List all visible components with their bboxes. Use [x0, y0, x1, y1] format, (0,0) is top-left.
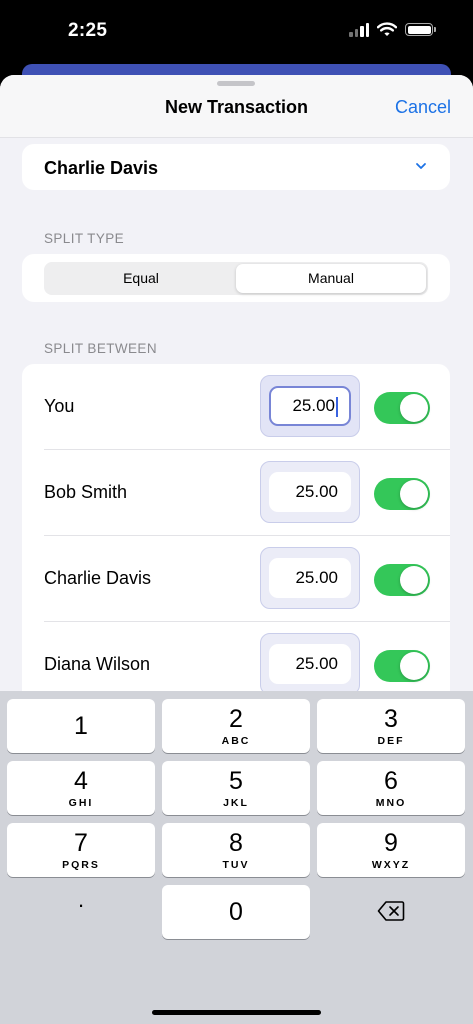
key-0[interactable]: 0	[162, 885, 310, 939]
payer-picker[interactable]: Charlie Davis	[22, 144, 450, 190]
amount-input[interactable]: 25.00	[269, 644, 351, 684]
key-letters: JKL	[223, 797, 249, 809]
key-letters: TUV	[222, 859, 250, 871]
status-bar: 2:25	[0, 0, 473, 66]
amount-input[interactable]: 25.00	[269, 472, 351, 512]
key-letters: DEF	[377, 735, 405, 747]
amount-input[interactable]: 25.00	[269, 386, 351, 426]
key-7[interactable]: 7 PQRS	[7, 823, 155, 877]
split-type-header: SPLIT TYPE	[44, 231, 125, 246]
key-digit: 5	[229, 767, 243, 795]
key-letters: MNO	[375, 797, 407, 809]
amount-field-container: 25.00	[260, 461, 360, 523]
key-digit: 6	[384, 767, 398, 795]
toggle-knob	[400, 652, 428, 680]
key-letters: ABC	[221, 735, 251, 747]
split-between-header: SPLIT BETWEEN	[44, 341, 157, 356]
key-5[interactable]: 5 JKL	[162, 761, 310, 815]
key-1[interactable]: 1	[7, 699, 155, 753]
cellular-signal-icon	[349, 22, 369, 37]
split-between-list: You 25.00 Bob Smith 25.00 Charlie Davis …	[22, 364, 450, 704]
include-toggle[interactable]	[374, 392, 430, 424]
key-digit: 8	[229, 829, 243, 857]
cancel-button[interactable]: Cancel	[395, 97, 451, 118]
key-digit: 0	[229, 898, 243, 926]
key-9[interactable]: 9 WXYZ	[317, 823, 465, 877]
amount-field-container: 25.00	[260, 633, 360, 695]
key-6[interactable]: 6 MNO	[317, 761, 465, 815]
backspace-key[interactable]	[317, 885, 465, 939]
split-type-card: Equal Manual	[22, 254, 450, 302]
include-toggle[interactable]	[374, 650, 430, 682]
amount-input[interactable]: 25.00	[269, 558, 351, 598]
key-letters: PQRS	[62, 859, 100, 871]
amount-field-container: 25.00	[260, 375, 360, 437]
key-3[interactable]: 3 DEF	[317, 699, 465, 753]
key-digit: 9	[384, 829, 398, 857]
key-4[interactable]: 4 GHI	[7, 761, 155, 815]
key-letters: WXYZ	[371, 859, 411, 871]
key-decimal[interactable]: .	[7, 885, 155, 939]
include-toggle[interactable]	[374, 564, 430, 596]
toggle-knob	[400, 394, 428, 422]
person-name: Charlie Davis	[44, 568, 152, 588]
amount-value: 25.00	[292, 396, 335, 415]
key-digit: 7	[74, 829, 88, 857]
include-toggle[interactable]	[374, 478, 430, 510]
key-2[interactable]: 2 ABC	[162, 699, 310, 753]
key-digit: 2	[229, 705, 243, 733]
nav-bar: New Transaction Cancel	[0, 75, 473, 138]
wifi-icon	[377, 22, 397, 36]
status-icons	[349, 22, 436, 37]
key-dot-label: .	[77, 887, 85, 912]
delete-left-icon	[377, 901, 405, 921]
person-name: Diana Wilson	[44, 654, 151, 674]
text-caret	[336, 396, 338, 417]
amount-field-container: 25.00	[260, 547, 360, 609]
home-indicator[interactable]	[152, 1010, 321, 1015]
split-row: You 25.00	[22, 364, 450, 450]
key-letters: GHI	[68, 797, 94, 809]
split-row: Bob Smith 25.00	[22, 450, 450, 536]
battery-icon	[405, 23, 436, 36]
key-8[interactable]: 8 TUV	[162, 823, 310, 877]
status-time: 2:25	[68, 20, 108, 41]
key-digit: 1	[74, 712, 88, 740]
split-row: Charlie Davis 25.00	[22, 536, 450, 622]
person-name: You	[44, 396, 75, 416]
person-name: Bob Smith	[44, 482, 128, 502]
toggle-knob	[400, 566, 428, 594]
toggle-knob	[400, 480, 428, 508]
sheet-grabber[interactable]	[217, 81, 255, 86]
key-digit: 4	[74, 767, 88, 795]
segment-manual[interactable]: Manual	[236, 264, 426, 293]
chevron-down-icon	[416, 163, 426, 169]
split-type-segmented-control: Equal Manual	[44, 262, 428, 295]
payer-name: Charlie Davis	[44, 158, 159, 178]
segment-equal[interactable]: Equal	[46, 264, 236, 293]
key-digit: 3	[384, 705, 398, 733]
numeric-keypad: 1 2 ABC 3 DEF 4 GHI 5 JKL 6 MNO 7 PQRS 8 TUV 9 W…	[0, 691, 473, 1024]
